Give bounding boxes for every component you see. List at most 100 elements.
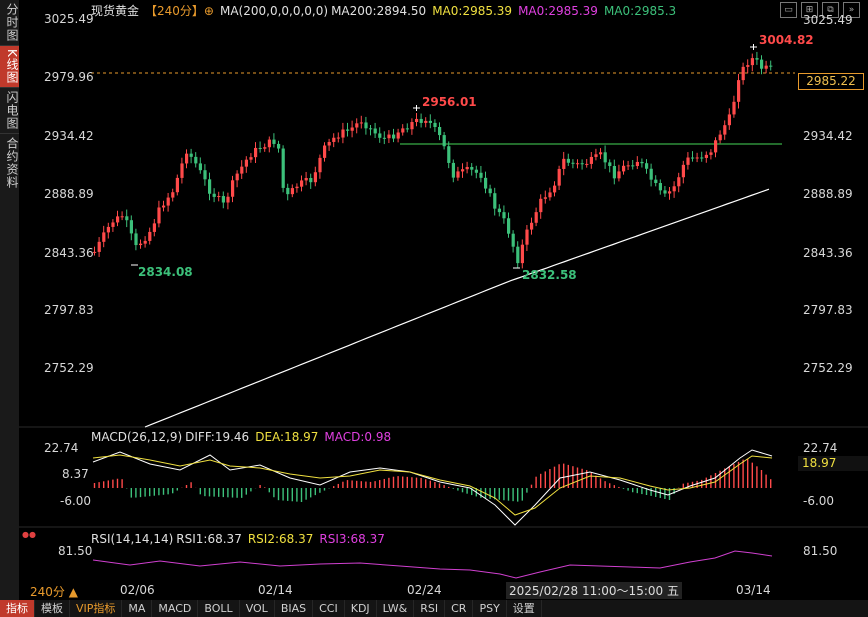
candle-body xyxy=(732,101,736,115)
candle-body xyxy=(369,128,373,130)
candle-body xyxy=(364,122,368,129)
candle-body xyxy=(635,161,639,167)
settings-button[interactable]: 设置 xyxy=(507,600,542,617)
candle-body xyxy=(704,154,708,158)
chart-header: 现货黄金 【240分】⊕ MA(200,0,0,0,0,0) MA200:2894.5… xyxy=(91,2,682,18)
candle-body xyxy=(442,135,446,147)
macd-value: MACD:0.98 xyxy=(324,430,392,444)
candle-body xyxy=(185,153,189,164)
candle-body xyxy=(580,163,584,165)
candle-body xyxy=(171,192,175,198)
candle-body xyxy=(189,153,193,157)
candle-body xyxy=(764,65,768,69)
lwr-button[interactable]: LW& xyxy=(377,600,415,617)
right-axis-label: 2797.83 xyxy=(803,303,853,317)
ma0-value-c: MA0:2985.3 xyxy=(603,4,677,18)
candle-body xyxy=(760,59,764,69)
candle-body xyxy=(198,163,202,171)
ma-button[interactable]: MA xyxy=(122,600,153,617)
candle-body xyxy=(97,241,101,252)
candle-body xyxy=(116,216,120,223)
left-axis-label: 2843.36 xyxy=(44,246,94,260)
indicator-tab[interactable]: 指标 xyxy=(0,600,35,617)
candle-body xyxy=(300,180,304,187)
candle-body xyxy=(723,125,727,135)
bias-button[interactable]: BIAS xyxy=(275,600,314,617)
kdj-button[interactable]: KDJ xyxy=(345,600,377,617)
candle-body xyxy=(488,188,492,194)
kline-chart[interactable] xyxy=(0,0,868,617)
candle-body xyxy=(718,134,722,141)
candle-body xyxy=(157,207,161,224)
candle-body xyxy=(663,190,667,194)
right-axis-label: 3025.49 xyxy=(803,13,853,27)
candle-body xyxy=(295,186,299,189)
period-selector[interactable]: 240分 ▲ xyxy=(30,583,78,600)
left-axis-label: 2888.89 xyxy=(44,187,94,201)
candle-body xyxy=(240,166,244,174)
psy-button[interactable]: PSY xyxy=(473,600,507,617)
rsi-button[interactable]: RSI xyxy=(414,600,446,617)
candle-body xyxy=(134,233,138,246)
candle-body xyxy=(484,177,488,189)
candle-body xyxy=(589,156,593,164)
candles-group xyxy=(93,51,773,269)
cci-button[interactable]: CCI xyxy=(313,600,345,617)
candle-body xyxy=(387,134,391,139)
candle-body xyxy=(244,159,248,167)
candle-body xyxy=(741,66,745,81)
candle-body xyxy=(534,212,538,223)
candle-body xyxy=(267,139,271,148)
rsi-axis-label: 81.50 xyxy=(803,544,838,558)
candle-body xyxy=(658,183,662,191)
right-axis-label: 2888.89 xyxy=(803,187,853,201)
cursor-time-tip: 2025/02/28 11:00～15:00 五 xyxy=(506,582,682,599)
candle-body xyxy=(433,122,437,128)
candle-body xyxy=(594,154,598,157)
candle-body xyxy=(263,147,267,149)
high-price-label: 3004.82 xyxy=(759,33,814,47)
candle-body xyxy=(640,161,644,164)
vip-indicator-button[interactable]: VIP指标 xyxy=(70,600,123,617)
cr-button[interactable]: CR xyxy=(445,600,474,617)
candle-body xyxy=(465,166,469,170)
macd-axis-label: 22.74 xyxy=(44,441,79,455)
candle-body xyxy=(451,162,455,178)
candle-body xyxy=(217,196,221,198)
candle-body xyxy=(622,165,626,172)
boll-button[interactable]: BOLL xyxy=(198,600,240,617)
candle-body xyxy=(350,127,354,131)
candle-body xyxy=(332,137,336,142)
right-axis-label: 2752.29 xyxy=(803,361,853,375)
diff-line xyxy=(92,449,773,526)
rsi-dots-icon[interactable]: ●● xyxy=(22,530,36,539)
candle-body xyxy=(258,147,262,149)
macd-axis-label: -6.00 xyxy=(60,494,92,508)
candle-body xyxy=(470,166,474,170)
candle-body xyxy=(152,223,156,232)
candle-body xyxy=(346,129,350,131)
left-axis-label: 2797.83 xyxy=(44,303,94,317)
window-icon[interactable]: ▭ xyxy=(780,2,797,18)
rsi-header: RSI(14,14,14) RSI1:68.37 RSI2:68.37 RSI3:68… xyxy=(91,532,391,546)
rsi3-value: RSI3:68.37 xyxy=(319,532,385,546)
left-axis-label: 2752.29 xyxy=(44,361,94,375)
settings-icon[interactable]: ⊕ xyxy=(204,4,214,18)
candle-body xyxy=(603,152,607,163)
macd-dea: DEA:18.97 xyxy=(255,430,319,444)
candle-body xyxy=(507,218,511,234)
candle-body xyxy=(461,169,465,172)
candle-body xyxy=(419,118,423,123)
dea-line xyxy=(92,454,773,516)
candle-body xyxy=(746,65,750,67)
vol-button[interactable]: VOL xyxy=(240,600,275,617)
macd-button[interactable]: MACD xyxy=(152,600,199,617)
candle-body xyxy=(447,146,451,163)
template-tab[interactable]: 模板 xyxy=(35,600,70,617)
candle-body xyxy=(695,157,699,159)
candle-body xyxy=(672,186,676,192)
candle-body xyxy=(373,128,377,134)
candle-body xyxy=(254,147,258,158)
period-tag[interactable]: 【240分】 xyxy=(145,4,204,18)
macd-histogram xyxy=(93,458,772,502)
